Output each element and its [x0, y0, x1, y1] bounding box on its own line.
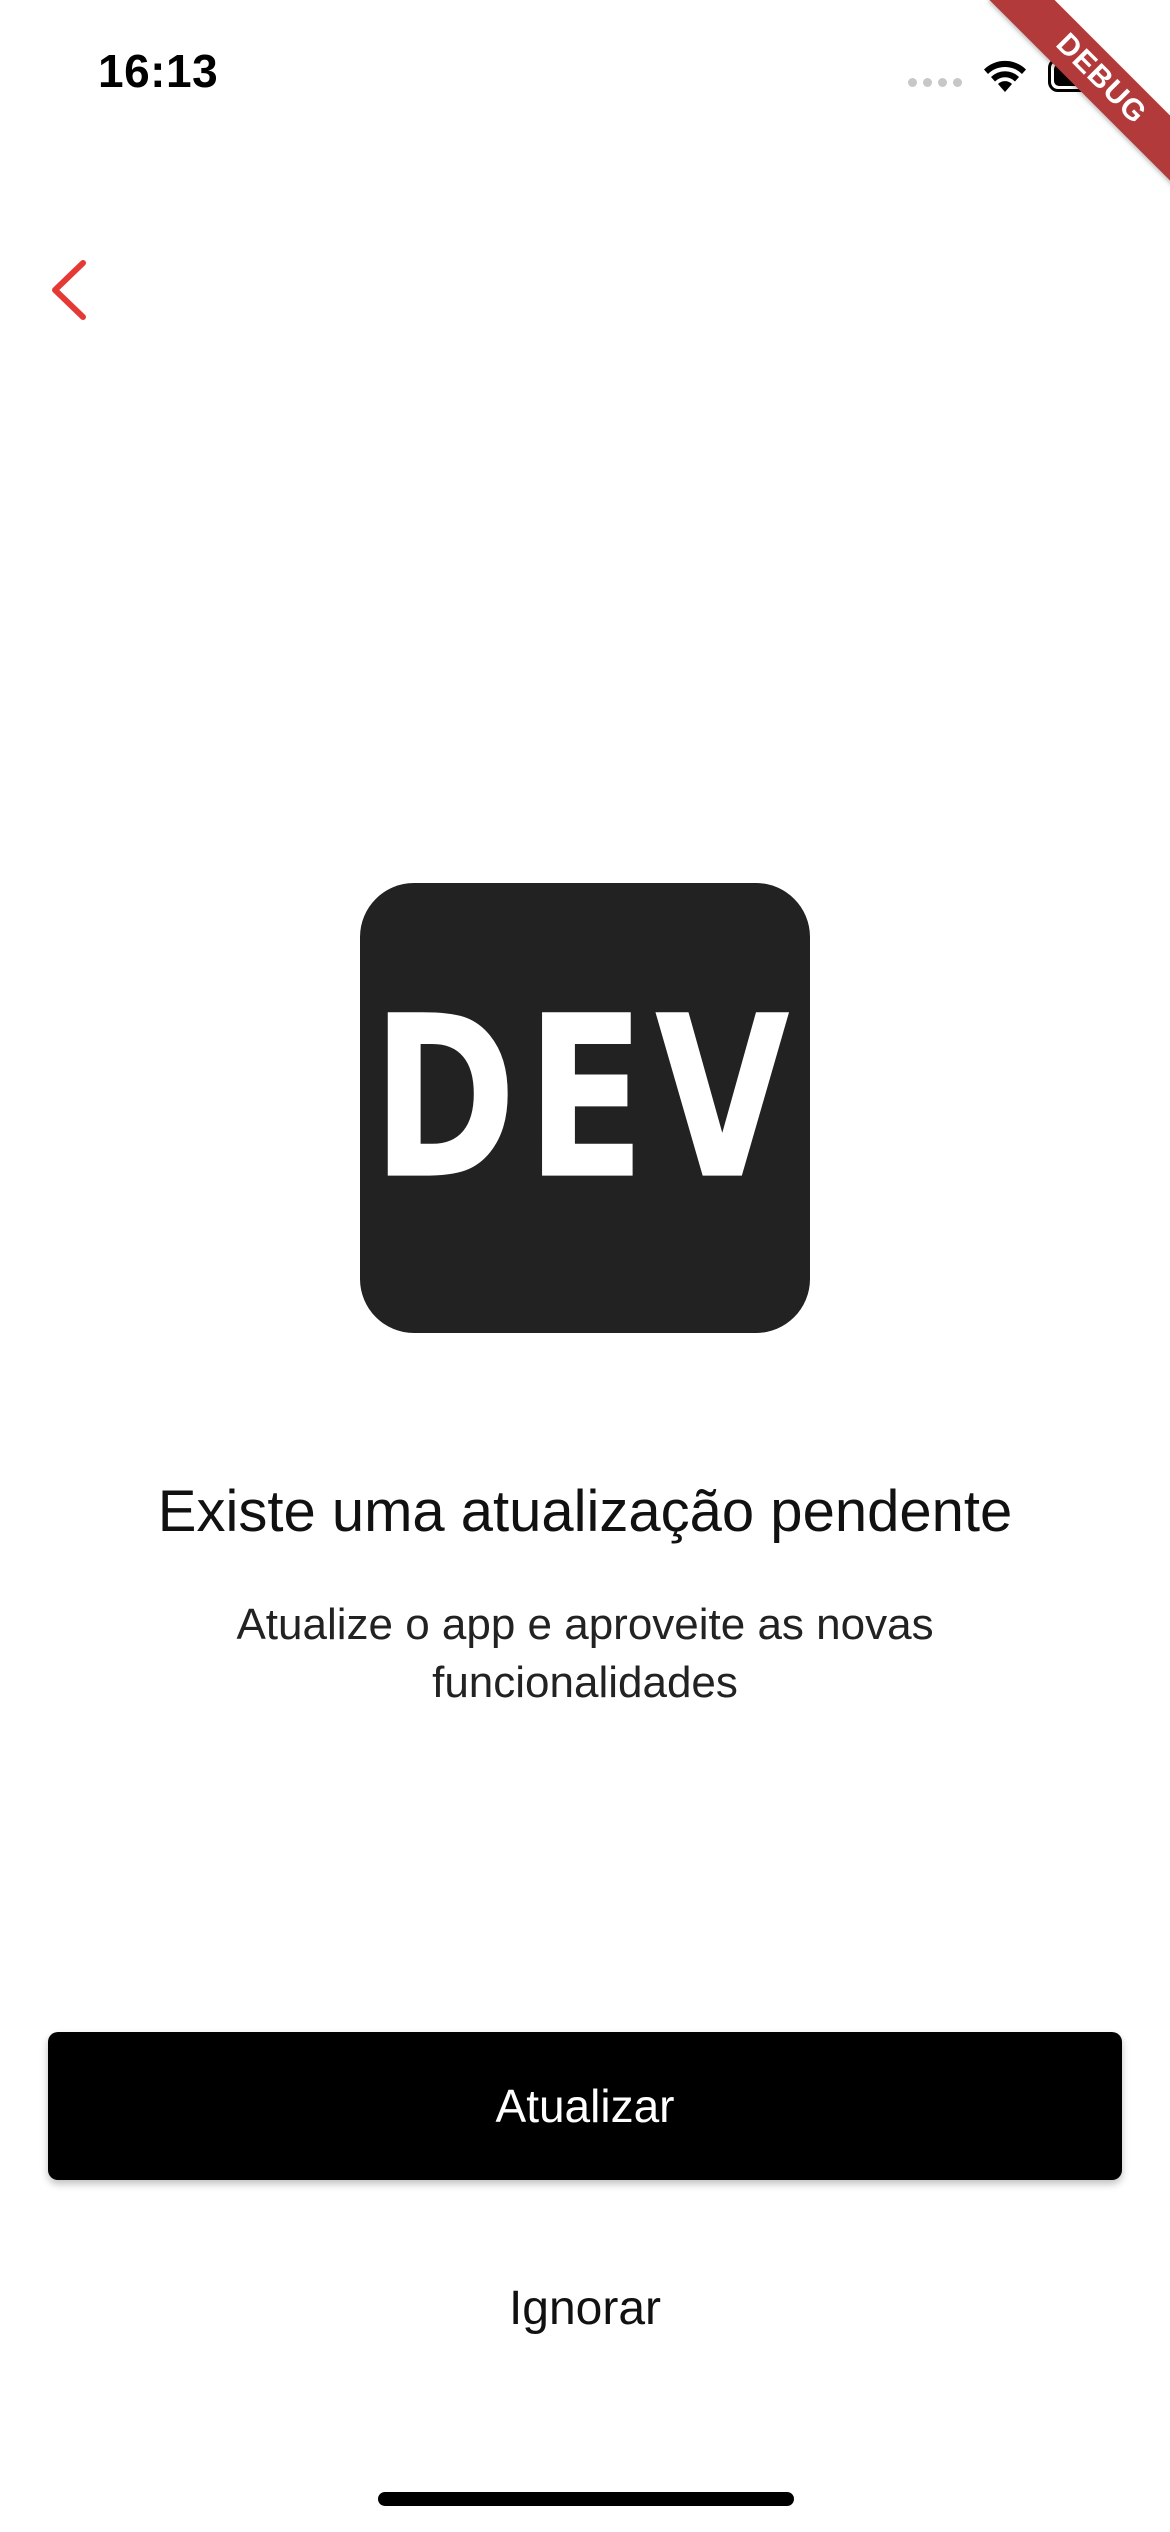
app-logo: DEV — [360, 883, 810, 1333]
status-icons — [908, 50, 1117, 100]
back-button[interactable] — [34, 250, 104, 330]
home-indicator — [378, 2492, 794, 2506]
dev-logo-mark: DEV — [372, 968, 799, 1229]
page-subtitle: Atualize o app e aproveite as novas func… — [236, 1600, 934, 1707]
status-bar: 16:13 — [0, 0, 1170, 150]
logo-text: DEV — [372, 968, 799, 1229]
cellular-signal-icon — [908, 77, 962, 87]
wifi-icon — [984, 60, 1026, 92]
update-button[interactable]: Atualizar — [48, 2032, 1122, 2180]
battery-icon — [1048, 58, 1117, 92]
ignore-button[interactable]: Ignorar — [435, 2268, 735, 2348]
status-time: 16:13 — [98, 45, 219, 97]
chevron-left-icon — [52, 260, 86, 320]
page-title: Existe uma atualização pendente — [157, 1479, 1013, 1544]
